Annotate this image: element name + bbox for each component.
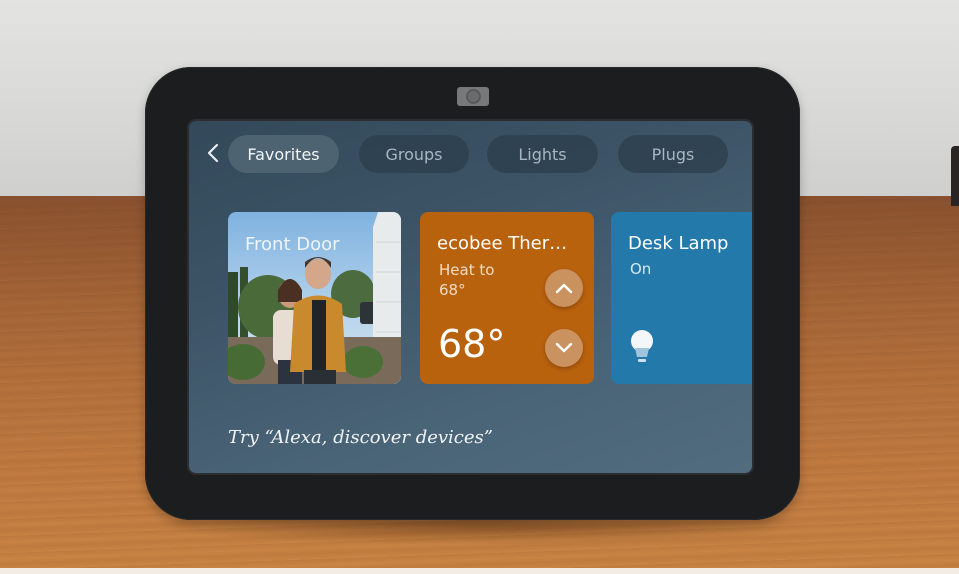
camera-shutter-icon[interactable] — [457, 87, 489, 106]
tab-label: Groups — [385, 144, 443, 164]
smart-home-screen: Favorites Groups Lights Plugs Front Door… — [189, 121, 752, 473]
card-title: Desk Lamp — [628, 233, 729, 254]
card-title: ecobee Ther… — [437, 233, 568, 254]
desk-lamp-card[interactable]: Desk Lamp On — [611, 212, 752, 384]
card-title: Front Door — [245, 234, 340, 255]
tab-groups[interactable]: Groups — [359, 135, 469, 173]
echo-show-device: Favorites Groups Lights Plugs Front Door… — [145, 67, 800, 520]
background-object — [951, 146, 959, 206]
thermostat-mode: Heat to 68° — [439, 260, 494, 300]
chevron-down-icon — [555, 342, 573, 353]
lamp-state: On — [630, 260, 652, 278]
light-bulb-icon — [631, 330, 653, 362]
tab-label: Plugs — [651, 144, 695, 164]
chevron-left-icon — [207, 143, 219, 163]
temperature-down-button[interactable] — [545, 329, 583, 367]
thermostat-card[interactable]: ecobee Ther… Heat to 68° 68° — [420, 212, 594, 384]
voice-hint: Try “Alexa, discover devices” — [228, 427, 493, 448]
back-button[interactable] — [203, 141, 223, 165]
tab-label: Lights — [518, 144, 567, 164]
temperature-up-button[interactable] — [545, 269, 583, 307]
table-edge — [0, 568, 959, 574]
mode-setpoint: 68° — [439, 281, 466, 299]
tab-favorites[interactable]: Favorites — [228, 135, 339, 173]
mode-label: Heat to — [439, 261, 495, 279]
tab-lights[interactable]: Lights — [487, 135, 598, 173]
tab-plugs[interactable]: Plugs — [618, 135, 728, 173]
current-temperature: 68° — [438, 322, 506, 366]
chevron-up-icon — [555, 283, 573, 294]
camera-lens — [465, 89, 481, 104]
front-door-camera-card[interactable]: Front Door — [228, 212, 401, 384]
tab-label: Favorites — [247, 144, 320, 164]
